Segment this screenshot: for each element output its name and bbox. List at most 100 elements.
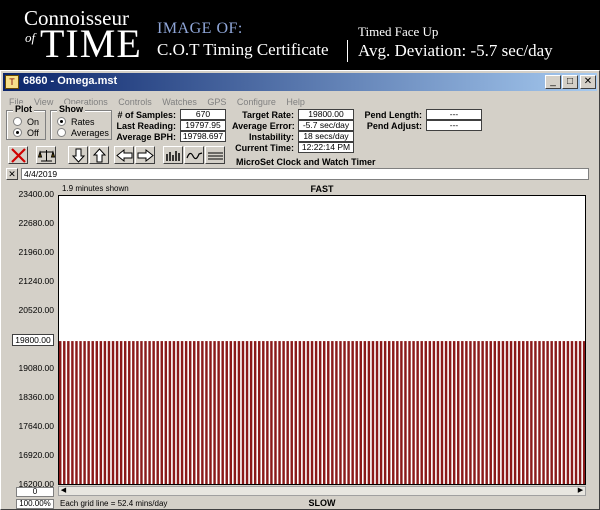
plot-off-radio[interactable]: Off	[13, 128, 39, 138]
rate-bar	[221, 341, 224, 484]
rate-bar	[168, 341, 172, 484]
y-tick-label: 19800.00	[12, 334, 54, 346]
timing-position: Timed Face Up	[358, 24, 439, 39]
maximize-button[interactable]: □	[562, 75, 578, 89]
rate-bar	[530, 341, 533, 484]
plot-on-radio[interactable]: On	[13, 117, 39, 127]
rate-bar	[209, 341, 212, 484]
rate-bar	[493, 341, 497, 484]
rate-bar	[152, 341, 155, 484]
y-tick-label: 21240.00	[18, 276, 54, 286]
rate-chart[interactable]	[58, 195, 586, 485]
rate-bar	[314, 341, 318, 484]
menu-controls[interactable]: Controls	[118, 95, 152, 109]
rate-bar	[217, 341, 220, 484]
menu-view[interactable]: View	[34, 95, 53, 109]
rate-bar	[229, 341, 233, 484]
rate-bar	[87, 341, 90, 484]
rate-bar	[188, 341, 192, 484]
pend-length-label: Pend Length:	[364, 110, 423, 120]
rate-bar	[578, 341, 582, 484]
radio-button[interactable]	[13, 117, 22, 126]
rate-bar	[286, 341, 289, 484]
balance-button[interactable]	[36, 146, 56, 164]
lines-button[interactable]	[205, 146, 225, 164]
rate-bar	[136, 341, 139, 484]
title-bar[interactable]: T 6860 - Omega.mst _ □ ✕	[3, 73, 597, 91]
chart-scrollbar[interactable]: ◀ ▶	[58, 486, 586, 496]
rate-bar	[387, 341, 391, 484]
menu-watches[interactable]: Watches	[162, 95, 197, 109]
rate-bar	[412, 341, 415, 484]
rate-bar	[574, 341, 578, 484]
menu-gps[interactable]: GPS	[207, 95, 226, 109]
app-title: MicroSet Clock and Watch Timer	[236, 157, 376, 167]
menu-help[interactable]: Help	[286, 95, 305, 109]
menu-configure[interactable]: Configure	[237, 95, 276, 109]
menu-bar: File View Operations Controls Watches GP…	[3, 92, 597, 109]
move-up-button[interactable]	[89, 146, 109, 164]
rate-bar	[444, 341, 448, 484]
rate-bar	[156, 341, 159, 484]
bar-chart-button[interactable]	[163, 146, 183, 164]
rate-chart-svg	[59, 341, 585, 484]
rate-bar	[582, 341, 585, 484]
rate-bar	[383, 341, 387, 484]
rate-bar	[477, 341, 480, 484]
scroll-left-icon[interactable]: ◀	[59, 487, 68, 495]
banner-divider	[347, 40, 348, 62]
rate-bar	[355, 341, 358, 484]
rate-bar	[205, 341, 208, 484]
rate-bar	[542, 341, 545, 484]
show-group: Show Rates Averages	[50, 104, 112, 140]
rate-bar	[160, 341, 163, 484]
rate-bar	[562, 341, 566, 484]
image-of-label: IMAGE OF:	[157, 20, 243, 37]
rate-bar	[99, 341, 103, 484]
rate-bar	[546, 341, 549, 484]
rate-bar	[310, 341, 314, 484]
rate-bar	[75, 341, 78, 484]
rate-bar	[79, 341, 82, 484]
rate-bar	[237, 341, 241, 484]
balance-icon	[38, 150, 55, 162]
rate-bar	[327, 341, 330, 484]
radio-button-selected[interactable]	[57, 117, 66, 126]
date-bar: ✕ 4/4/2019	[6, 168, 594, 181]
rate-bar	[83, 341, 86, 484]
scroll-right-icon[interactable]: ▶	[576, 487, 585, 495]
radio-button[interactable]	[57, 128, 66, 137]
rate-bar	[225, 341, 228, 484]
move-down-button[interactable]	[68, 146, 88, 164]
rate-bar	[509, 341, 513, 484]
pend-adjust-label: Pend Adjust:	[366, 121, 422, 131]
rate-bar	[416, 341, 419, 484]
app-icon: T	[5, 75, 19, 89]
date-field[interactable]: 4/4/2019	[21, 168, 589, 180]
rate-bar	[278, 341, 281, 484]
rate-bar	[367, 341, 371, 484]
rate-bar	[363, 341, 367, 484]
rate-bar	[396, 341, 399, 484]
zoom-level[interactable]: 100.00%	[16, 499, 54, 509]
rate-bar	[184, 341, 188, 484]
y-tick-label: 16920.00	[18, 450, 54, 460]
show-averages-radio[interactable]: Averages	[57, 128, 109, 138]
clear-date-button[interactable]: ✕	[6, 168, 18, 180]
rate-bar	[67, 341, 70, 484]
rate-bar	[457, 341, 460, 484]
rate-bar	[128, 341, 131, 484]
show-rates-radio[interactable]: Rates	[57, 117, 95, 127]
wave-button[interactable]	[184, 146, 204, 164]
rate-bar	[505, 341, 509, 484]
move-right-button[interactable]	[135, 146, 155, 164]
average-deviation: Avg. Deviation: -5.7 sec/day	[358, 41, 553, 60]
rate-bar	[335, 341, 338, 484]
move-left-button[interactable]	[114, 146, 134, 164]
rate-bar	[119, 341, 123, 484]
radio-button-selected[interactable]	[13, 128, 22, 137]
delete-button[interactable]	[8, 146, 28, 164]
minimize-button[interactable]: _	[545, 75, 561, 89]
close-button[interactable]: ✕	[580, 75, 596, 89]
rate-bar	[351, 341, 354, 484]
